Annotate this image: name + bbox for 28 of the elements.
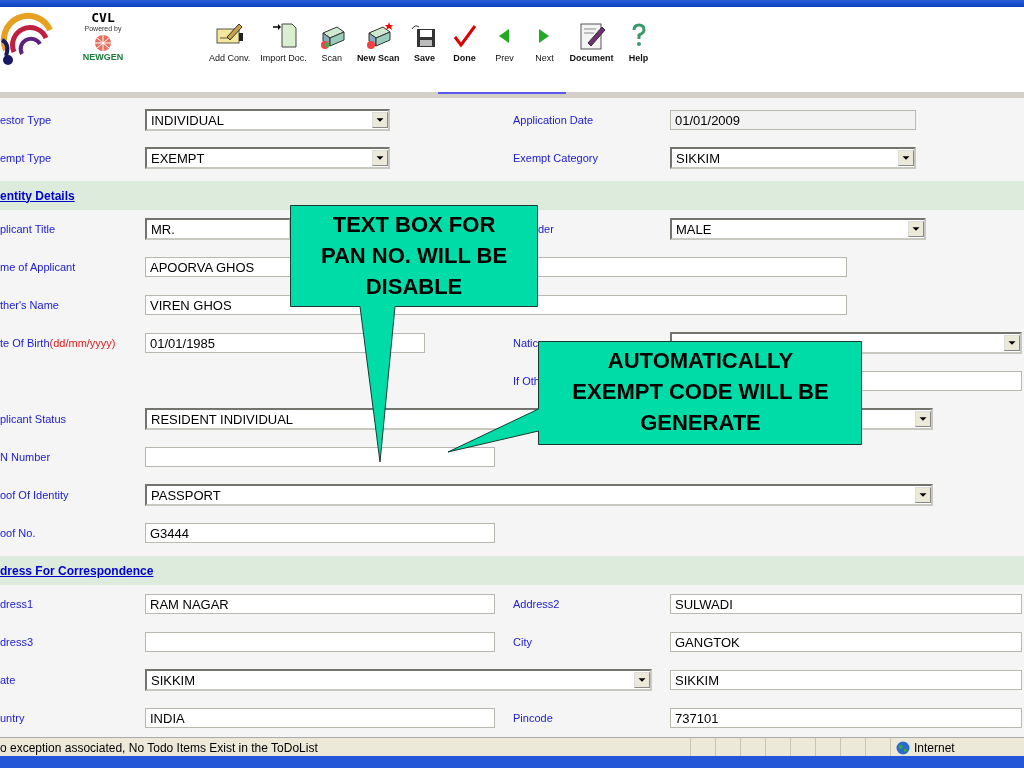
field-label: plicant Status <box>0 413 67 425</box>
field-label: der <box>538 223 554 235</box>
logo-title: CVL <box>91 10 115 25</box>
field-label: oof Of Identity <box>0 489 69 501</box>
field-label: ther's Name <box>0 299 59 311</box>
callout-text: AUTOMATICALLY EXEMPT CODE WILL BE GENERATE <box>572 348 829 435</box>
field-label: Application Date <box>513 114 594 126</box>
field-label: plicant Title <box>0 223 56 235</box>
status-message: o exception associated, No Todo Items Exist in the ToDoList <box>0 740 319 755</box>
field-label: me of Applicant <box>0 261 76 273</box>
field-label: Exempt Category <box>513 152 598 164</box>
field-label: dress3 <box>0 636 34 648</box>
security-zone: Internet <box>914 740 955 755</box>
field-label: Pincode <box>513 712 553 724</box>
field-label: Natic <box>513 337 539 349</box>
field-label: City <box>513 636 532 648</box>
section-heading: dress For Correspondence <box>0 563 154 578</box>
field-label: N Number <box>0 451 51 463</box>
field-label: oof No. <box>0 527 36 539</box>
field-label: dress1 <box>0 598 34 610</box>
field-label: empt Type <box>0 152 52 164</box>
field-label: untry <box>0 712 25 724</box>
field-label: ate <box>0 674 16 686</box>
section-heading: entity Details <box>0 188 75 203</box>
field-label: te Of Birth(dd/mm/yyyy) <box>0 337 116 349</box>
field-label: estor Type <box>0 114 52 126</box>
vendor-logo-text: NEWGEN <box>82 52 124 62</box>
field-label: Address2 <box>513 598 560 610</box>
